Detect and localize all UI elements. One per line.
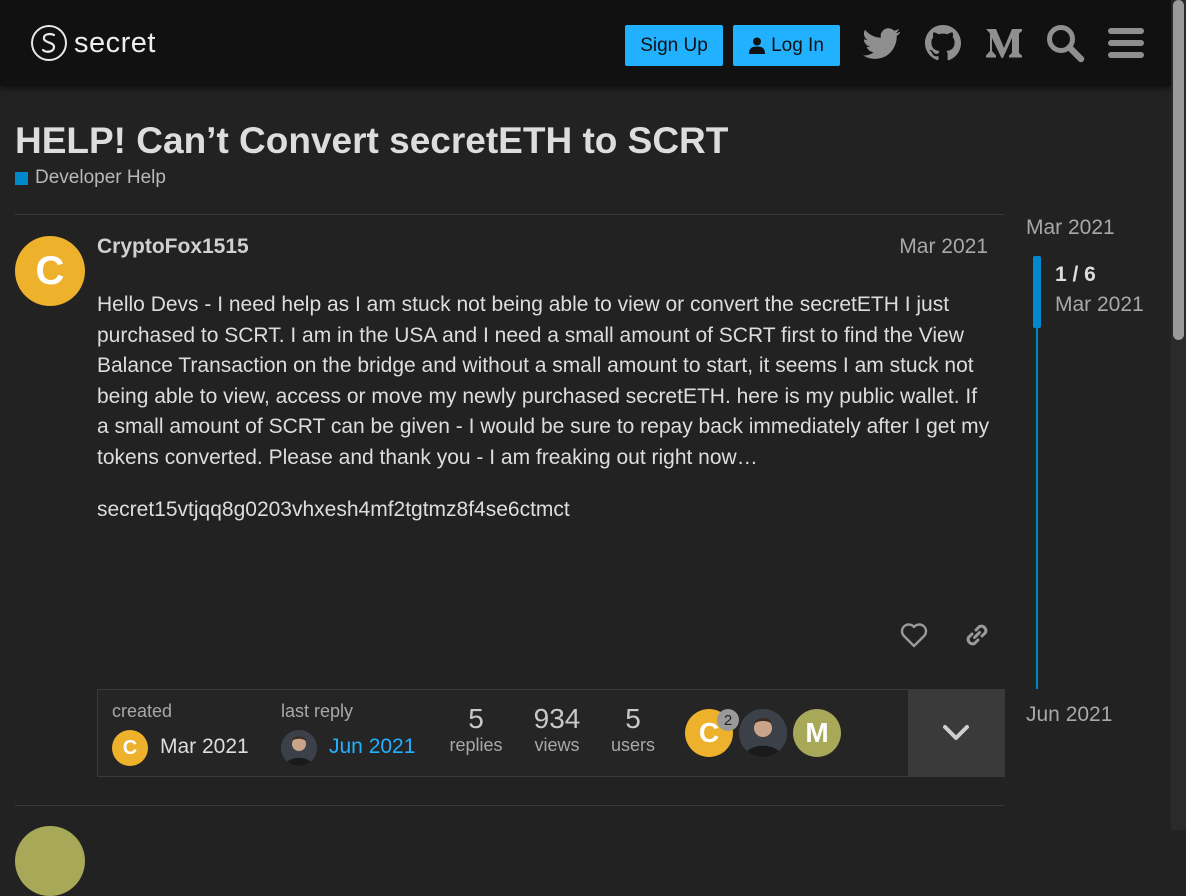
log-in-button[interactable]: Log In [733, 25, 840, 66]
topic-map: created C Mar 2021 last reply Jun 2021 5… [97, 689, 1005, 777]
last-reply-label: last reply [281, 701, 354, 721]
avatar-letter: M [805, 717, 829, 748]
wallet-address: secret15vtjqq8g0203vhxesh4mf2tgtmz8f4se6… [97, 497, 570, 521]
person-photo-icon [281, 730, 317, 766]
avatar-letter: C [698, 717, 720, 748]
post-username[interactable]: CryptoFox1515 [97, 235, 249, 259]
post-divider [15, 805, 1004, 806]
timeline-handle[interactable] [1033, 256, 1041, 328]
replies-count: 5 [468, 703, 484, 734]
views-label: views [534, 735, 580, 755]
created-label: created [112, 701, 173, 721]
replies-label: replies [449, 735, 503, 755]
views-stat: 934 views [524, 704, 590, 756]
users-label: users [610, 735, 655, 755]
category-name: Developer Help [35, 167, 166, 188]
like-heart-icon[interactable] [899, 620, 929, 650]
post-body: Hello Devs - I need help as I am stuck n… [97, 290, 992, 546]
post-count-badge: 2 [717, 709, 739, 731]
medium-icon[interactable] [984, 23, 1024, 63]
search-icon[interactable] [1045, 23, 1085, 63]
created-date: Mar 2021 [160, 735, 249, 758]
timeline-current-date: Mar 2021 [1055, 293, 1144, 316]
post-author-avatar[interactable]: C [15, 236, 85, 306]
topic-title[interactable]: HELP! Can’t Convert secretETH to SCRT [15, 120, 728, 162]
copy-link-icon[interactable] [962, 620, 992, 650]
sign-up-button[interactable]: Sign Up [625, 25, 723, 66]
logo-text: secret [74, 26, 156, 59]
next-post-avatar[interactable] [15, 826, 85, 896]
last-reply-date[interactable]: Jun 2021 [329, 735, 415, 759]
participant-avatar[interactable]: M [793, 709, 841, 757]
site-logo[interactable]: secret [30, 23, 156, 63]
participant-avatar[interactable] [739, 709, 787, 757]
scrollbar-thumb[interactable] [1173, 0, 1184, 340]
twitter-icon[interactable] [862, 23, 902, 63]
replies-stat: 5 replies [443, 704, 509, 756]
page-scrollbar[interactable] [1171, 0, 1186, 830]
secret-logo-icon [31, 25, 67, 61]
github-icon[interactable] [923, 23, 963, 63]
post-date[interactable]: Mar 2021 [899, 235, 988, 259]
hamburger-menu-icon[interactable] [1106, 23, 1146, 63]
users-stat: 5 users [600, 704, 666, 756]
user-icon [749, 37, 766, 54]
category-color-square [15, 171, 28, 185]
site-header: secret Sign Up Log In [0, 0, 1171, 86]
person-photo-icon [739, 709, 787, 757]
users-count: 5 [625, 703, 641, 734]
views-count: 934 [533, 703, 581, 734]
topic-divider [15, 214, 1004, 215]
log-in-label: Log In [771, 34, 824, 56]
timeline-end-date[interactable]: Jun 2021 [1026, 703, 1112, 727]
timeline-position: 1 / 6 [1055, 263, 1096, 286]
avatar-letter: C [122, 736, 138, 759]
avatar-letter: C [35, 248, 65, 293]
post-paragraph: Hello Devs - I need help as I am stuck n… [97, 293, 990, 469]
expand-topic-map-button[interactable] [908, 690, 1004, 776]
timeline-start-date[interactable]: Mar 2021 [1026, 216, 1115, 240]
last-reply-avatar[interactable] [281, 730, 317, 766]
sign-up-label: Sign Up [640, 34, 708, 56]
category-badge[interactable]: Developer Help [15, 167, 166, 189]
chevron-down-icon [943, 725, 969, 740]
created-avatar[interactable]: C [112, 730, 148, 766]
